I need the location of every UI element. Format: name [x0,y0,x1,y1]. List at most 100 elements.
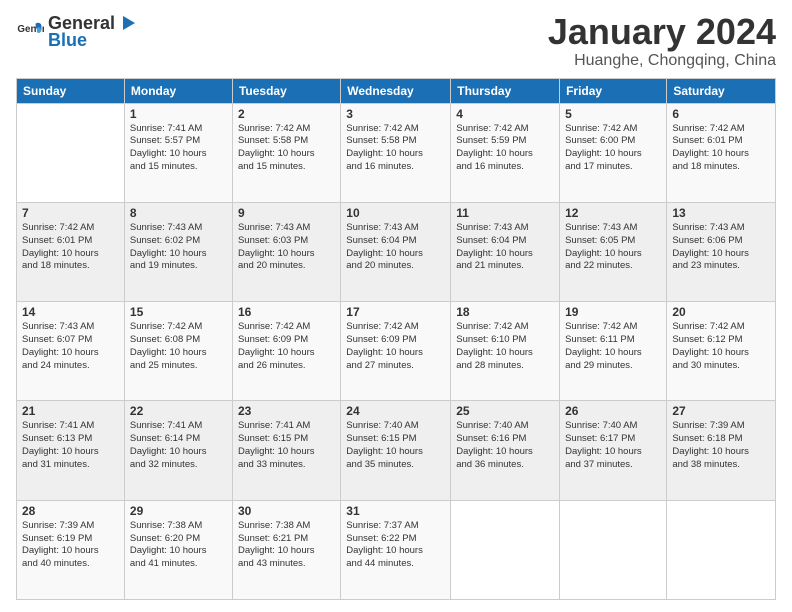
table-cell: 8 Sunrise: 7:43 AMSunset: 6:02 PMDaylight… [124,202,232,301]
cell-details: Sunrise: 7:41 AMSunset: 5:57 PMDaylight:… [130,123,227,174]
day-number: 3 [346,107,445,121]
day-number: 12 [565,206,661,220]
table-cell [667,500,776,599]
col-wednesday: Wednesday [341,78,451,103]
table-row: 7Sunrise: 7:42 AMSunset: 6:01 PMDaylight… [17,202,776,301]
table-cell: 23Sunrise: 7:41 AMSunset: 6:15 PMDayligh… [232,401,340,500]
day-number: 26 [565,404,661,418]
cell-details: Sunrise: 7:43 AMSunset: 6:03 PMDaylight:… [238,222,335,273]
cell-details: Sunrise: 7:42 AMSunset: 6:11 PMDaylight:… [565,321,661,372]
day-number: 11 [456,206,554,220]
day-number: 19 [565,305,661,319]
cell-details: Sunrise: 7:42 AMSunset: 6:00 PMDaylight:… [565,123,661,174]
table-cell: 10Sunrise: 7:43 AMSunset: 6:04 PMDayligh… [341,202,451,301]
col-tuesday: Tuesday [232,78,340,103]
header: General General Blue January 2024 Huangh… [16,12,776,70]
day-number: 8 [130,206,227,220]
table-cell: 20 Sunrise: 7:42 AMSunset: 6:12 PMDayligh… [667,302,776,401]
cell-details: Sunrise: 7:42 AMSunset: 5:59 PMDaylight:… [456,123,554,174]
day-number: 25 [456,404,554,418]
table-cell: 31Sunrise: 7:37 AMSunset: 6:22 PMDayligh… [341,500,451,599]
cell-details: Sunrise: 7:40 AMSunset: 6:16 PMDaylight:… [456,420,554,471]
table-cell: 30 Sunrise: 7:38 AMSunset: 6:21 PMDayligh… [232,500,340,599]
day-number: 6 [672,107,770,121]
table-cell: 12 Sunrise: 7:43 AMSunset: 6:05 PMDayligh… [560,202,667,301]
table-cell [560,500,667,599]
cell-details: Sunrise: 7:40 AMSunset: 6:15 PMDaylight:… [346,420,445,471]
table-cell: 9Sunrise: 7:43 AMSunset: 6:03 PMDaylight… [232,202,340,301]
table-cell: 3 Sunrise: 7:42 AMSunset: 5:58 PMDaylight… [341,103,451,202]
cell-details: Sunrise: 7:40 AMSunset: 6:17 PMDaylight:… [565,420,661,471]
cell-details: Sunrise: 7:42 AMSunset: 6:01 PMDaylight:… [22,222,119,273]
day-number: 20 [672,305,770,319]
col-monday: Monday [124,78,232,103]
table-cell: 18 Sunrise: 7:42 AMSunset: 6:10 PMDayligh… [451,302,560,401]
day-number: 30 [238,504,335,518]
table-cell: 26 Sunrise: 7:40 AMSunset: 6:17 PMDayligh… [560,401,667,500]
cell-details: Sunrise: 7:42 AMSunset: 6:09 PMDaylight:… [238,321,335,372]
table-cell: 6 Sunrise: 7:42 AMSunset: 6:01 PMDaylight… [667,103,776,202]
table-cell: 21Sunrise: 7:41 AMSunset: 6:13 PMDayligh… [17,401,125,500]
table-cell: 13 Sunrise: 7:43 AMSunset: 6:06 PMDayligh… [667,202,776,301]
cell-details: Sunrise: 7:41 AMSunset: 6:14 PMDaylight:… [130,420,227,471]
table-row: 28Sunrise: 7:39 AMSunset: 6:19 PMDayligh… [17,500,776,599]
logo-icon: General [16,18,44,46]
cell-details: Sunrise: 7:42 AMSunset: 6:10 PMDaylight:… [456,321,554,372]
day-number: 17 [346,305,445,319]
cell-details: Sunrise: 7:42 AMSunset: 6:08 PMDaylight:… [130,321,227,372]
cell-details: Sunrise: 7:43 AMSunset: 6:02 PMDaylight:… [130,222,227,273]
cell-details: Sunrise: 7:42 AMSunset: 6:09 PMDaylight:… [346,321,445,372]
page: General General Blue January 2024 Huangh… [0,0,792,612]
table-cell: 7Sunrise: 7:42 AMSunset: 6:01 PMDaylight… [17,202,125,301]
cell-details: Sunrise: 7:42 AMSunset: 6:12 PMDaylight:… [672,321,770,372]
table-cell: 1 Sunrise: 7:41 AMSunset: 5:57 PMDaylight… [124,103,232,202]
day-number: 14 [22,305,119,319]
table-cell: 2 Sunrise: 7:42 AMSunset: 5:58 PMDaylight… [232,103,340,202]
cell-details: Sunrise: 7:43 AMSunset: 6:06 PMDaylight:… [672,222,770,273]
day-number: 29 [130,504,227,518]
table-cell: 19 Sunrise: 7:42 AMSunset: 6:11 PMDayligh… [560,302,667,401]
cell-details: Sunrise: 7:43 AMSunset: 6:05 PMDaylight:… [565,222,661,273]
table-cell: 17 Sunrise: 7:42 AMSunset: 6:09 PMDayligh… [341,302,451,401]
cell-details: Sunrise: 7:38 AMSunset: 6:21 PMDaylight:… [238,520,335,571]
day-number: 1 [130,107,227,121]
day-number: 18 [456,305,554,319]
table-cell: 5 Sunrise: 7:42 AMSunset: 6:00 PMDaylight… [560,103,667,202]
cell-details: Sunrise: 7:43 AMSunset: 6:04 PMDaylight:… [346,222,445,273]
table-cell: 4Sunrise: 7:42 AMSunset: 5:59 PMDaylight… [451,103,560,202]
table-cell: 27Sunrise: 7:39 AMSunset: 6:18 PMDayligh… [667,401,776,500]
cell-details: Sunrise: 7:41 AMSunset: 6:13 PMDaylight:… [22,420,119,471]
cell-details: Sunrise: 7:39 AMSunset: 6:18 PMDaylight:… [672,420,770,471]
day-number: 15 [130,305,227,319]
location-title: Huanghe, Chongqing, China [548,52,776,70]
col-thursday: Thursday [451,78,560,103]
table-cell: 29Sunrise: 7:38 AMSunset: 6:20 PMDayligh… [124,500,232,599]
cell-details: Sunrise: 7:43 AMSunset: 6:07 PMDaylight:… [22,321,119,372]
calendar-table: Sunday Monday Tuesday Wednesday Thursday… [16,78,776,600]
table-cell: 24 Sunrise: 7:40 AMSunset: 6:15 PMDayligh… [341,401,451,500]
logo-arrow-icon [115,12,137,34]
logo: General General Blue [16,12,137,51]
table-row: 1 Sunrise: 7:41 AMSunset: 5:57 PMDaylight… [17,103,776,202]
table-cell: 28Sunrise: 7:39 AMSunset: 6:19 PMDayligh… [17,500,125,599]
day-number: 24 [346,404,445,418]
cell-details: Sunrise: 7:42 AMSunset: 5:58 PMDaylight:… [346,123,445,174]
header-row: Sunday Monday Tuesday Wednesday Thursday… [17,78,776,103]
table-cell [451,500,560,599]
table-cell: 11 Sunrise: 7:43 AMSunset: 6:04 PMDayligh… [451,202,560,301]
day-number: 2 [238,107,335,121]
cell-details: Sunrise: 7:42 AMSunset: 6:01 PMDaylight:… [672,123,770,174]
cell-details: Sunrise: 7:41 AMSunset: 6:15 PMDaylight:… [238,420,335,471]
cell-details: Sunrise: 7:42 AMSunset: 5:58 PMDaylight:… [238,123,335,174]
table-cell: 16Sunrise: 7:42 AMSunset: 6:09 PMDayligh… [232,302,340,401]
cell-details: Sunrise: 7:37 AMSunset: 6:22 PMDaylight:… [346,520,445,571]
cell-details: Sunrise: 7:43 AMSunset: 6:04 PMDaylight:… [456,222,554,273]
title-block: January 2024 Huanghe, Chongqing, China [548,12,776,70]
day-number: 13 [672,206,770,220]
table-cell: 22Sunrise: 7:41 AMSunset: 6:14 PMDayligh… [124,401,232,500]
day-number: 5 [565,107,661,121]
table-row: 21Sunrise: 7:41 AMSunset: 6:13 PMDayligh… [17,401,776,500]
logo-text: General Blue [48,12,137,51]
col-friday: Friday [560,78,667,103]
col-sunday: Sunday [17,78,125,103]
